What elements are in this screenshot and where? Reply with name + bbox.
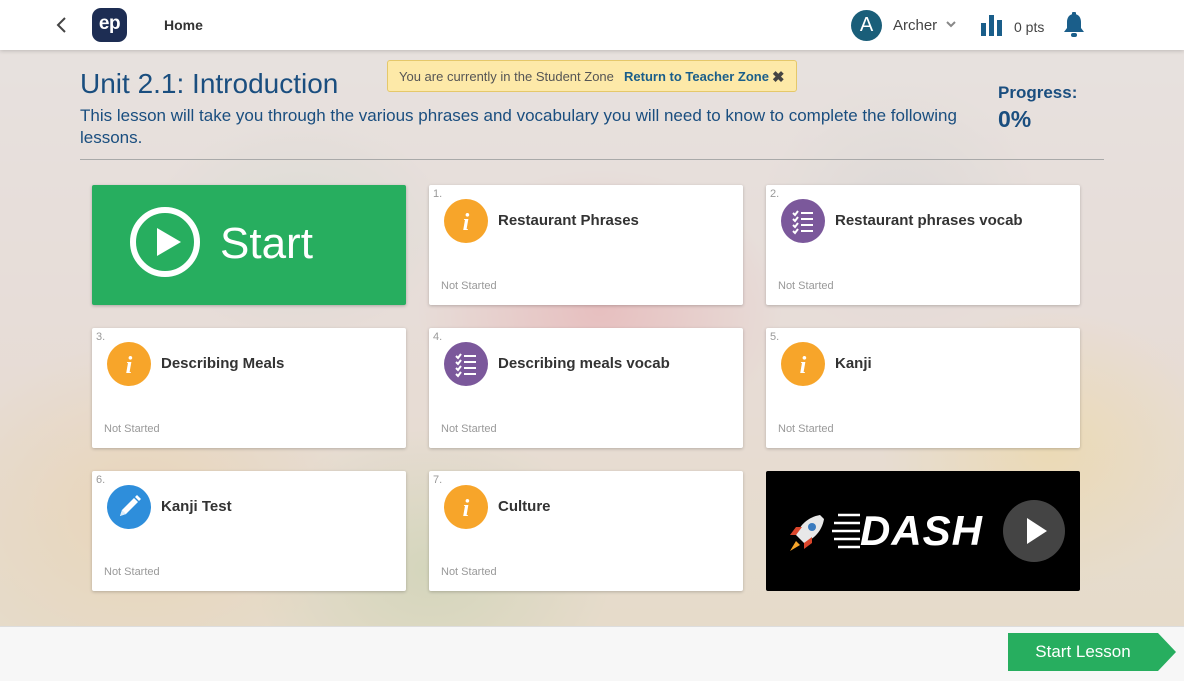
task-status: Not Started xyxy=(441,566,497,578)
info-icon: i xyxy=(107,342,151,386)
return-to-teacher-zone-link[interactable]: Return to Teacher Zone xyxy=(624,69,769,84)
task-number: 2. xyxy=(770,188,780,200)
svg-text:i: i xyxy=(126,353,133,379)
task-number: 6. xyxy=(96,474,106,486)
task-status: Not Started xyxy=(104,566,160,578)
dash-logo-text: DASH xyxy=(860,507,984,554)
progress-value: 0% xyxy=(998,106,1032,132)
bell-icon[interactable] xyxy=(1063,12,1085,38)
task-title: Restaurant Phrases xyxy=(498,212,639,229)
play-circle-icon xyxy=(130,207,200,277)
home-link[interactable]: Home xyxy=(164,17,203,33)
start-lesson-button[interactable]: Start Lesson xyxy=(1008,633,1178,671)
student-zone-text: You are currently in the Student Zone xyxy=(399,69,614,84)
points-count: 0 pts xyxy=(1014,19,1045,35)
task-number: 5. xyxy=(770,331,780,343)
task-number: 4. xyxy=(433,331,443,343)
task-card-describing-meals[interactable]: 3. i Describing Meals Not Started xyxy=(92,328,406,448)
info-icon: i xyxy=(444,485,488,529)
list-icon xyxy=(444,342,488,386)
task-number: 7. xyxy=(433,474,443,486)
start-tile[interactable]: Start xyxy=(92,185,406,305)
task-status: Not Started xyxy=(104,423,160,435)
bar-chart-icon[interactable] xyxy=(981,14,1003,36)
svg-text:i: i xyxy=(463,210,470,236)
svg-text:i: i xyxy=(800,353,807,379)
task-card-restaurant-phrases-vocab[interactable]: 2. Restaurant phrases vocab Not Started xyxy=(766,185,1080,305)
user-name[interactable]: Archer xyxy=(893,17,937,34)
svg-text:i: i xyxy=(463,496,470,522)
task-title: Describing meals vocab xyxy=(498,355,670,372)
info-icon: i xyxy=(781,342,825,386)
task-status: Not Started xyxy=(441,423,497,435)
task-card-culture[interactable]: 7. i Culture Not Started xyxy=(429,471,743,591)
lesson-description: This lesson will take you through the va… xyxy=(80,106,957,147)
back-button[interactable] xyxy=(52,14,72,36)
start-lesson-label: Start Lesson xyxy=(1035,642,1131,661)
dash-tile[interactable]: DASH xyxy=(766,471,1080,591)
chevron-left-icon xyxy=(56,17,66,33)
task-title: Kanji xyxy=(835,355,872,372)
task-status: Not Started xyxy=(441,280,497,292)
pencil-icon xyxy=(107,485,151,529)
app-logo[interactable]: ep xyxy=(92,8,127,42)
speed-lines-icon xyxy=(832,513,860,549)
task-title: Culture xyxy=(498,498,551,515)
page-title: Unit 2.1: Introduction xyxy=(80,68,339,99)
task-card-kanji-test[interactable]: 6. Kanji Test Not Started xyxy=(92,471,406,591)
task-card-kanji[interactable]: 5. i Kanji Not Started xyxy=(766,328,1080,448)
task-card-describing-meals-vocab[interactable]: 4. Describing meals vocab Not Started xyxy=(429,328,743,448)
start-label: Start xyxy=(220,219,313,268)
task-card-restaurant-phrases[interactable]: 1. i Restaurant Phrases Not Started xyxy=(429,185,743,305)
header-divider xyxy=(80,159,1104,160)
task-status: Not Started xyxy=(778,280,834,292)
task-status: Not Started xyxy=(778,423,834,435)
avatar[interactable]: A xyxy=(851,10,882,41)
task-number: 1. xyxy=(433,188,443,200)
info-icon: i xyxy=(444,199,488,243)
progress-label: Progress: xyxy=(998,83,1078,102)
play-button-icon[interactable] xyxy=(1003,500,1065,562)
list-icon xyxy=(781,199,825,243)
chevron-down-icon[interactable] xyxy=(946,21,956,29)
task-title: Restaurant phrases vocab xyxy=(835,212,1023,229)
task-title: Kanji Test xyxy=(161,498,232,515)
rocket-icon xyxy=(790,515,824,551)
task-title: Describing Meals xyxy=(161,355,285,372)
close-icon[interactable]: ✖ xyxy=(772,68,785,86)
bottom-bar: Start Lesson xyxy=(0,626,1184,681)
task-number: 3. xyxy=(96,331,106,343)
student-zone-banner: You are currently in the Student Zone Re… xyxy=(387,60,797,92)
top-navigation-bar: ep Home A Archer 0 pts xyxy=(0,0,1184,50)
